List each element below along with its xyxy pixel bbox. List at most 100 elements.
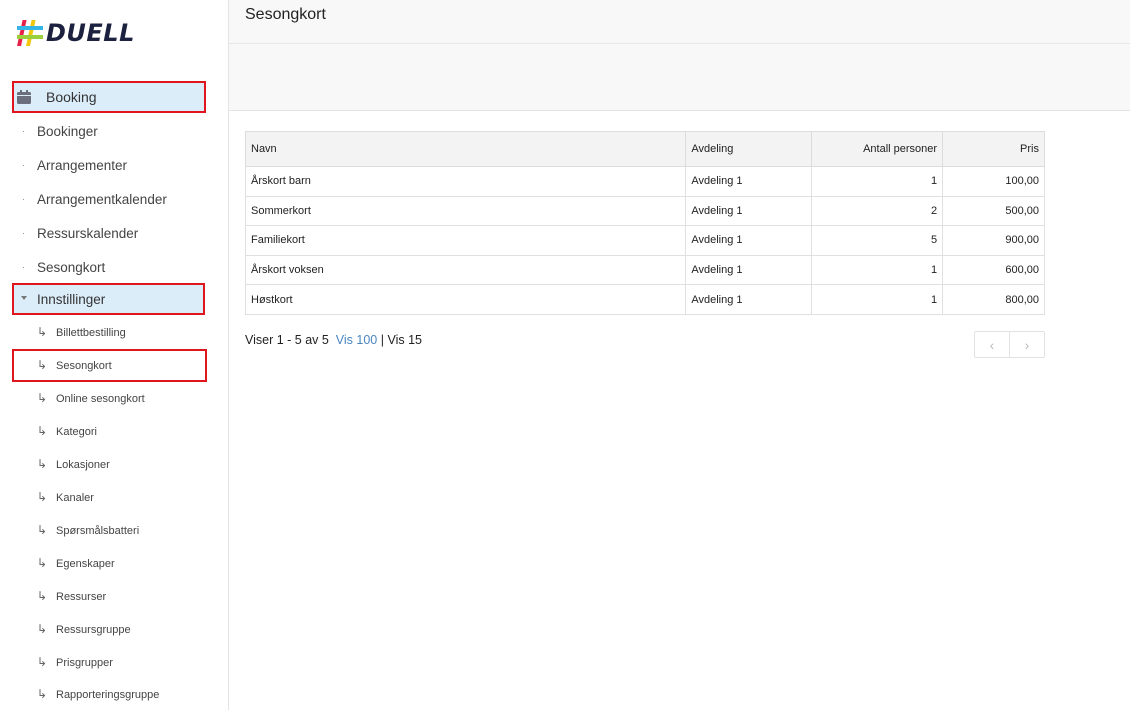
table-row[interactable]: Årskort barn Avdeling 1 1 100,00: [244, 166, 1045, 197]
sub-arrow-icon: ↳: [37, 523, 48, 537]
logo-hash-icon: [17, 20, 43, 46]
sub-item-egenskaper[interactable]: ↳ Egenskaper: [0, 549, 228, 579]
sub-arrow-icon: ↳: [37, 622, 48, 636]
sidebar-item-label: Arrangementer: [37, 157, 128, 173]
sub-arrow-icon: ↳: [37, 655, 48, 669]
sidebar-item-arrangementer[interactable]: · Arrangementer: [0, 148, 228, 182]
cell-pris: 600,00: [942, 254, 1045, 286]
sidebar-item-label: Arrangementkalender: [37, 191, 167, 207]
cell-navn: Årskort voksen: [244, 254, 687, 286]
column-header-navn[interactable]: Navn: [244, 131, 687, 167]
cell-pris: 900,00: [942, 225, 1045, 256]
bullet-icon: ·: [22, 126, 25, 136]
show-15-link[interactable]: Vis 15: [387, 333, 422, 347]
table-row[interactable]: Høstkort Avdeling 1 1 800,00: [244, 284, 1045, 315]
sub-item-label: Ressurser: [56, 591, 107, 603]
pagination-separator: |: [380, 333, 384, 347]
pagination-count: Viser 1 - 5 av 5: [245, 333, 329, 347]
cell-antall: 1: [811, 284, 944, 315]
sub-arrow-icon: ↳: [37, 358, 48, 372]
sidebar-item-innstillinger[interactable]: Innstillinger: [12, 283, 205, 315]
sub-arrow-icon: ↳: [37, 556, 48, 570]
sub-item-label: Sesongkort: [56, 360, 112, 372]
sub-arrow-icon: ↳: [37, 457, 48, 471]
column-header-pris[interactable]: Pris: [942, 131, 1045, 167]
cell-pris: 800,00: [942, 284, 1045, 315]
cell-avdeling: Avdeling 1: [685, 225, 813, 256]
cell-avdeling: Avdeling 1: [685, 166, 813, 197]
sub-item-label: Ressursgruppe: [56, 624, 131, 636]
bullet-icon: ·: [22, 262, 25, 272]
table-row[interactable]: Årskort voksen Avdeling 1 1 600,00: [244, 254, 1045, 286]
sub-item-kategori[interactable]: ↳ Kategori: [0, 417, 228, 447]
sub-item-label: Prisgrupper: [56, 657, 113, 669]
sub-item-ressursgruppe[interactable]: ↳ Ressursgruppe: [0, 615, 228, 645]
sub-item-rapporteringsgruppe[interactable]: ↳ Rapporteringsgruppe: [0, 680, 228, 710]
column-header-antall-personer[interactable]: Antall personer: [811, 131, 944, 167]
cell-pris: 500,00: [942, 195, 1045, 227]
table-header-row: Navn Avdeling Antall personer Pris: [244, 131, 1045, 167]
bullet-icon: ·: [22, 228, 25, 238]
logo[interactable]: DUELL: [15, 18, 135, 48]
sub-item-sesongkort[interactable]: ↳ Sesongkort: [0, 351, 228, 381]
sub-arrow-icon: ↳: [37, 687, 48, 701]
sidebar: DUELL Booking · Bookinger · Arrangemente…: [0, 0, 229, 710]
sub-arrow-icon: ↳: [37, 325, 48, 339]
page-title: Sesongkort: [245, 6, 326, 23]
page-header: Sesongkort: [229, 0, 1130, 44]
cell-pris: 100,00: [942, 166, 1045, 197]
column-header-avdeling[interactable]: Avdeling: [685, 131, 813, 167]
sub-arrow-icon: ↳: [37, 424, 48, 438]
sidebar-item-sesongkort[interactable]: · Sesongkort: [0, 250, 228, 284]
caret-down-icon: [21, 296, 27, 300]
calendar-icon: [17, 90, 31, 104]
sidebar-item-booking[interactable]: Booking: [12, 81, 206, 113]
sub-item-prisgrupper[interactable]: ↳ Prisgrupper: [0, 648, 228, 678]
cell-antall: 1: [811, 254, 944, 286]
sub-arrow-icon: ↳: [37, 391, 48, 405]
table-row[interactable]: Familiekort Avdeling 1 5 900,00: [244, 225, 1045, 256]
sub-item-billettbestilling[interactable]: ↳ Billettbestilling: [0, 318, 228, 348]
cell-avdeling: Avdeling 1: [685, 195, 813, 227]
bullet-icon: ·: [22, 160, 25, 170]
table-row[interactable]: Sommerkort Avdeling 1 2 500,00: [244, 195, 1045, 227]
sub-item-kanaler[interactable]: ↳ Kanaler: [0, 483, 228, 513]
sub-item-online-sesongkort[interactable]: ↳ Online sesongkort: [0, 384, 228, 414]
sidebar-item-label: Booking: [46, 89, 97, 105]
logo-text: DUELL: [46, 19, 135, 47]
sub-item-label: Billettbestilling: [56, 327, 126, 339]
sidebar-item-arrangementkalender[interactable]: · Arrangementkalender: [0, 182, 228, 216]
sidebar-item-ressurskalender[interactable]: · Ressurskalender: [0, 216, 228, 250]
cell-avdeling: Avdeling 1: [685, 254, 813, 286]
show-100-link[interactable]: Vis 100: [336, 333, 377, 347]
sub-item-label: Lokasjoner: [56, 459, 110, 471]
sub-item-label: Online sesongkort: [56, 393, 145, 405]
sub-arrow-icon: ↳: [37, 589, 48, 603]
sub-item-label: Egenskaper: [56, 558, 115, 570]
sub-item-label: Spørsmålsbatteri: [56, 525, 140, 537]
sub-item-sporsmalsbatteri[interactable]: ↳ Spørsmålsbatteri: [0, 516, 228, 546]
sidebar-item-bookinger[interactable]: · Bookinger: [0, 114, 228, 148]
pagination-summary: Viser 1 - 5 av 5 Vis 100 | Vis 15: [245, 333, 422, 347]
cell-navn: Sommerkort: [244, 195, 687, 227]
sub-item-label: Rapporteringsgruppe: [56, 689, 160, 701]
chevron-right-icon[interactable]: ›: [1010, 332, 1044, 357]
sidebar-item-label: Sesongkort: [37, 259, 106, 275]
bullet-icon: ·: [22, 194, 25, 204]
season-card-table: Navn Avdeling Antall personer Pris Årsko…: [244, 131, 1045, 315]
cell-navn: Høstkort: [244, 284, 687, 315]
sub-item-label: Kategori: [56, 426, 97, 438]
sub-item-ressurser[interactable]: ↳ Ressurser: [0, 582, 228, 612]
cell-antall: 5: [811, 225, 944, 256]
cell-antall: 2: [811, 195, 944, 227]
cell-navn: Årskort barn: [244, 166, 687, 197]
sidebar-item-label: Ressurskalender: [37, 225, 139, 241]
sub-item-lokasjoner[interactable]: ↳ Lokasjoner: [0, 450, 228, 480]
chevron-left-icon[interactable]: ‹: [975, 332, 1010, 357]
pagination-buttons: ‹ ›: [974, 331, 1045, 358]
sub-arrow-icon: ↳: [37, 490, 48, 504]
cell-avdeling: Avdeling 1: [685, 284, 813, 315]
sidebar-item-label: Innstillinger: [37, 292, 106, 307]
toolbar-area: [229, 44, 1130, 111]
sidebar-item-label: Bookinger: [37, 123, 98, 139]
